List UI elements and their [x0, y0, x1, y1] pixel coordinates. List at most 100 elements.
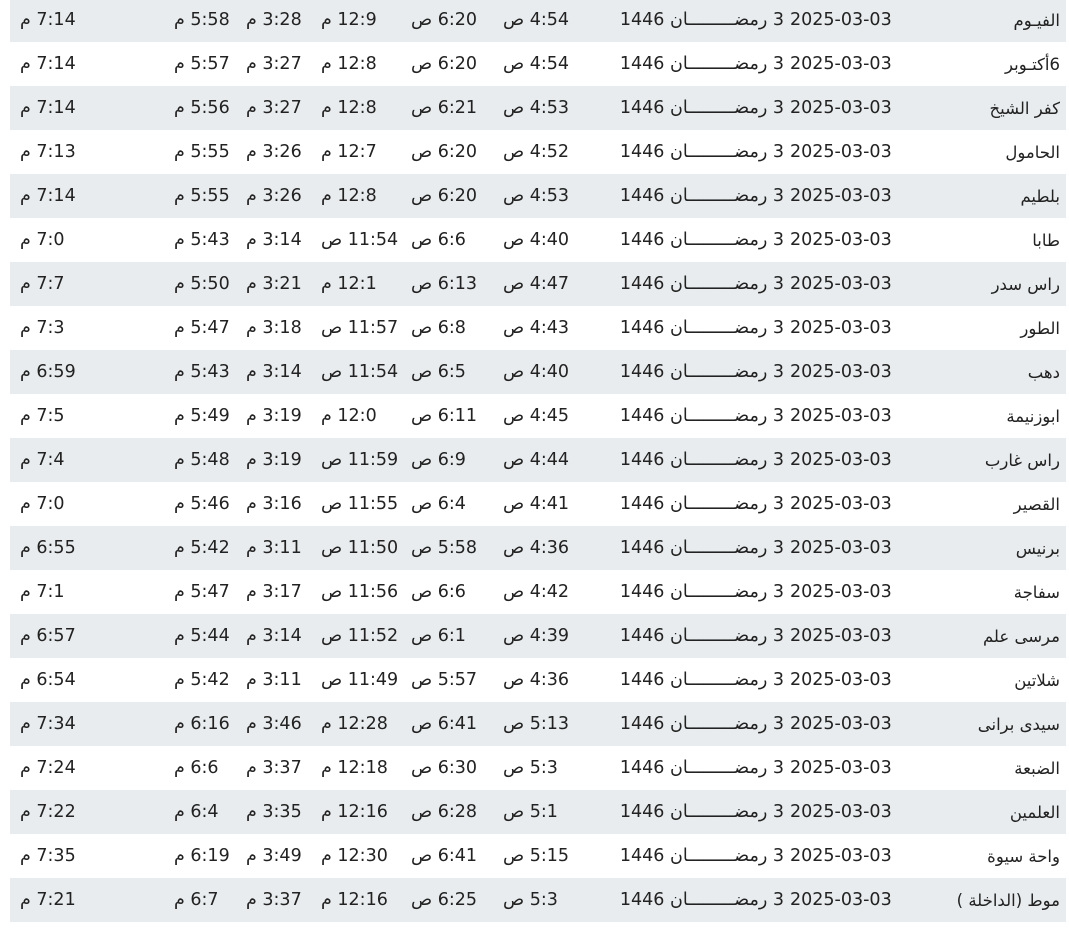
hijri-date-cell: 3 رمضـــــــــان 1446 — [619, 406, 784, 426]
dhuhr-time-cell: 11:56 ص — [321, 582, 399, 602]
sunrise-time-cell: 5:58 ص — [411, 538, 478, 558]
maghrib-time-cell: 5:46 م — [174, 494, 230, 514]
asr-time-cell: 3:14 م — [246, 230, 302, 250]
gregorian-date-cell: 2025-03-03 — [790, 142, 892, 162]
asr-time-cell: 3:27 م — [246, 98, 302, 118]
hijri-date-cell: 3 رمضـــــــــان 1446 — [619, 626, 784, 646]
maghrib-time-cell: 6:19 م — [174, 846, 230, 866]
maghrib-time-cell: 5:57 م — [174, 54, 230, 74]
sunrise-time-cell: 6:20 ص — [411, 10, 478, 30]
sunrise-time-cell: 6:25 ص — [411, 890, 478, 910]
city-cell: راس سدر — [991, 274, 1060, 294]
isha-time-cell: 7:4 م — [20, 450, 65, 470]
fajr-time-cell: 4:40 ص — [503, 362, 570, 382]
hijri-date-cell: 3 رمضـــــــــان 1446 — [619, 230, 784, 250]
asr-time-cell: 3:17 م — [246, 582, 302, 602]
fajr-time-cell: 4:40 ص — [503, 230, 570, 250]
isha-time-cell: 7:14 م — [20, 54, 76, 74]
fajr-time-cell: 5:15 ص — [503, 846, 570, 866]
city-cell: راس غارب — [984, 450, 1060, 470]
hijri-date-cell: 3 رمضـــــــــان 1446 — [619, 274, 784, 294]
dhuhr-time-cell: 11:54 ص — [321, 230, 399, 250]
city-cell: طابا — [1032, 230, 1060, 250]
sunrise-time-cell: 6:41 ص — [411, 714, 478, 734]
city-cell: 6أكتـوبر — [1005, 54, 1060, 74]
asr-time-cell: 3:18 م — [246, 318, 302, 338]
gregorian-date-cell: 2025-03-03 — [790, 758, 892, 778]
dhuhr-time-cell: 12:7 م — [321, 142, 377, 162]
gregorian-date-cell: 2025-03-03 — [790, 494, 892, 514]
maghrib-time-cell: 6:7 م — [174, 890, 219, 910]
fajr-time-cell: 4:43 ص — [503, 318, 570, 338]
dhuhr-time-cell: 12:16 م — [321, 802, 388, 822]
table-row: برنيس 2025-03-03 3 رمضـــــــــان 1446 4… — [10, 526, 1066, 570]
dhuhr-time-cell: 12:9 م — [321, 10, 377, 30]
city-cell: العلمين — [1009, 802, 1060, 822]
maghrib-time-cell: 5:56 م — [174, 98, 230, 118]
asr-time-cell: 3:14 م — [246, 626, 302, 646]
gregorian-date-cell: 2025-03-03 — [790, 274, 892, 294]
table-row: الطور 2025-03-03 3 رمضـــــــــان 1446 4… — [10, 306, 1066, 350]
hijri-date-cell: 3 رمضـــــــــان 1446 — [619, 670, 784, 690]
maghrib-time-cell: 6:4 م — [174, 802, 219, 822]
asr-time-cell: 3:11 م — [246, 670, 302, 690]
dhuhr-time-cell: 12:8 م — [321, 186, 377, 206]
fajr-time-cell: 4:52 ص — [503, 142, 570, 162]
maghrib-time-cell: 5:43 م — [174, 362, 230, 382]
table-row: راس سدر 2025-03-03 3 رمضـــــــــان 1446… — [10, 262, 1066, 306]
city-cell: الفيـوم — [1013, 10, 1060, 30]
table-row: الحامول 2025-03-03 3 رمضـــــــــان 1446… — [10, 130, 1066, 174]
table-row: طابا 2025-03-03 3 رمضـــــــــان 1446 4:… — [10, 218, 1066, 262]
sunrise-time-cell: 6:9 ص — [411, 450, 466, 470]
fajr-time-cell: 4:39 ص — [503, 626, 570, 646]
hijri-date-cell: 3 رمضـــــــــان 1446 — [619, 142, 784, 162]
isha-time-cell: 7:0 م — [20, 494, 65, 514]
isha-time-cell: 7:14 م — [20, 186, 76, 206]
gregorian-date-cell: 2025-03-03 — [790, 186, 892, 206]
fajr-time-cell: 4:53 ص — [503, 98, 570, 118]
gregorian-date-cell: 2025-03-03 — [790, 714, 892, 734]
asr-time-cell: 3:26 م — [246, 142, 302, 162]
city-cell: الطور — [1020, 318, 1060, 338]
asr-time-cell: 3:28 م — [246, 10, 302, 30]
maghrib-time-cell: 5:58 م — [174, 10, 230, 30]
asr-time-cell: 3:19 م — [246, 450, 302, 470]
maghrib-time-cell: 5:42 م — [174, 538, 230, 558]
gregorian-date-cell: 2025-03-03 — [790, 802, 892, 822]
hijri-date-cell: 3 رمضـــــــــان 1446 — [619, 714, 784, 734]
gregorian-date-cell: 2025-03-03 — [790, 98, 892, 118]
isha-time-cell: 7:21 م — [20, 890, 76, 910]
city-cell: القصير — [1013, 494, 1060, 514]
city-cell: شلاتين — [1014, 670, 1060, 690]
table-row: سفاجة 2025-03-03 3 رمضـــــــــان 1446 4… — [10, 570, 1066, 614]
isha-time-cell: 6:59 م — [20, 362, 76, 382]
hijri-date-cell: 3 رمضـــــــــان 1446 — [619, 538, 784, 558]
sunrise-time-cell: 5:57 ص — [411, 670, 478, 690]
sunrise-time-cell: 6:20 ص — [411, 186, 478, 206]
city-cell: دهب — [1027, 362, 1060, 382]
asr-time-cell: 3:21 م — [246, 274, 302, 294]
asr-time-cell: 3:26 م — [246, 186, 302, 206]
table-row: دهب 2025-03-03 3 رمضـــــــــان 1446 4:4… — [10, 350, 1066, 394]
gregorian-date-cell: 2025-03-03 — [790, 626, 892, 646]
gregorian-date-cell: 2025-03-03 — [790, 54, 892, 74]
gregorian-date-cell: 2025-03-03 — [790, 890, 892, 910]
isha-time-cell: 7:13 م — [20, 142, 76, 162]
hijri-date-cell: 3 رمضـــــــــان 1446 — [619, 582, 784, 602]
fajr-time-cell: 5:1 ص — [503, 802, 558, 822]
hijri-date-cell: 3 رمضـــــــــان 1446 — [619, 758, 784, 778]
table-row: شلاتين 2025-03-03 3 رمضـــــــــان 1446 … — [10, 658, 1066, 702]
maghrib-time-cell: 5:42 م — [174, 670, 230, 690]
maghrib-time-cell: 5:55 م — [174, 142, 230, 162]
maghrib-time-cell: 5:50 م — [174, 274, 230, 294]
table-row: 6أكتـوبر 2025-03-03 3 رمضـــــــــان 144… — [10, 42, 1066, 86]
isha-time-cell: 7:0 م — [20, 230, 65, 250]
fajr-time-cell: 5:13 ص — [503, 714, 570, 734]
gregorian-date-cell: 2025-03-03 — [790, 450, 892, 470]
sunrise-time-cell: 6:20 ص — [411, 54, 478, 74]
fajr-time-cell: 4:54 ص — [503, 10, 570, 30]
maghrib-time-cell: 5:48 م — [174, 450, 230, 470]
gregorian-date-cell: 2025-03-03 — [790, 846, 892, 866]
isha-time-cell: 7:24 م — [20, 758, 76, 778]
fajr-time-cell: 4:54 ص — [503, 54, 570, 74]
